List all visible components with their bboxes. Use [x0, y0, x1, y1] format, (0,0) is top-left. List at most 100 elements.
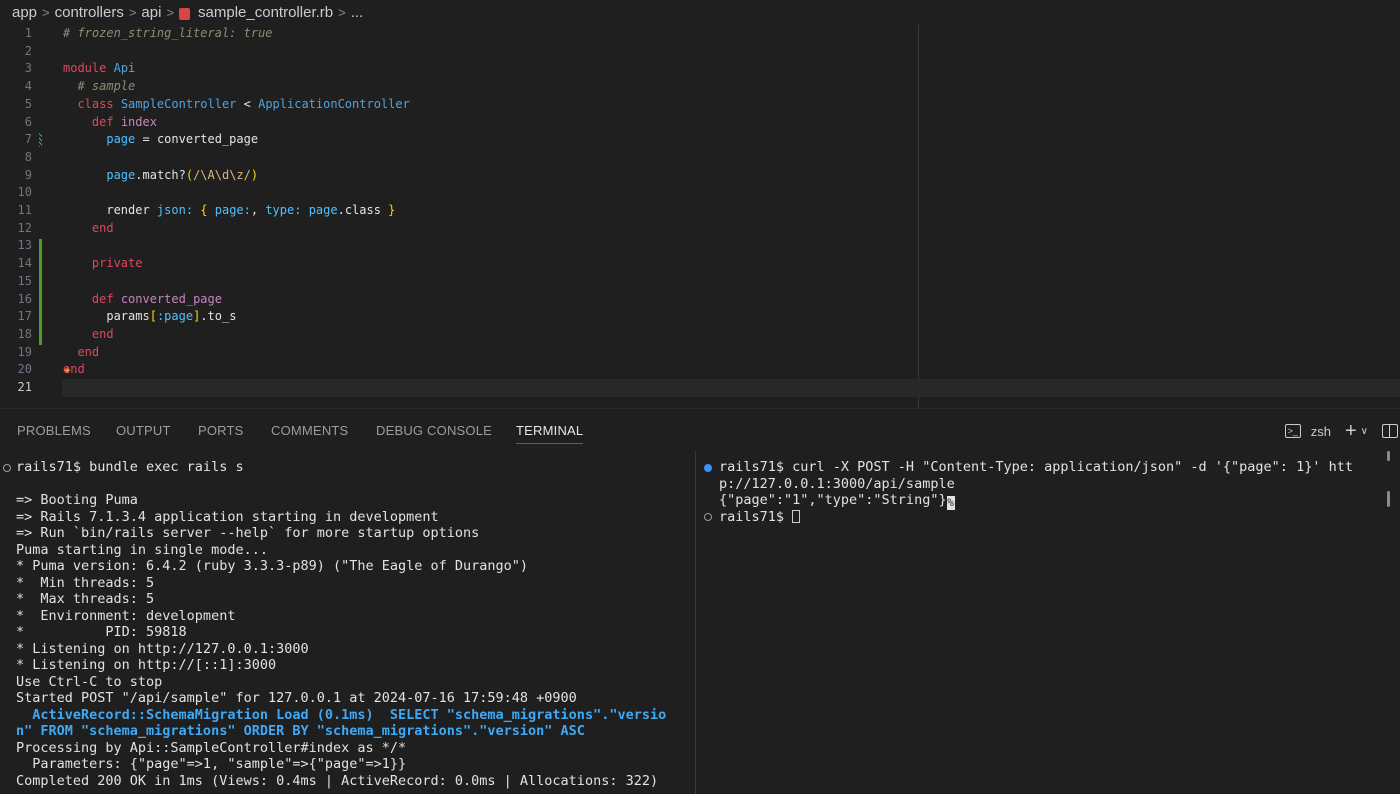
terminal-line: Completed 200 OK in 1ms (Views: 0.4ms | … — [16, 772, 659, 789]
code-text: end — [63, 220, 114, 238]
terminal-line: => Booting Puma — [16, 492, 138, 508]
terminal-cursor — [792, 509, 801, 523]
code-line[interactable]: 13 — [0, 237, 1400, 255]
chevron-down-icon[interactable]: ∨ — [1361, 426, 1368, 437]
code-line[interactable]: 6 def index — [0, 114, 1400, 132]
terminal-line: Puma starting in single mode... — [16, 541, 268, 558]
code-token: end — [77, 344, 100, 359]
bottom-panel: PROBLEMS OUTPUT PORTS COMMENTS DEBUG CON… — [0, 408, 1400, 794]
code-line[interactable]: 12 end — [0, 220, 1400, 238]
terminal-line: n" FROM "schema_migrations" ORDER BY "sc… — [16, 723, 585, 739]
line-number: 20 — [17, 362, 32, 377]
tab-terminal[interactable]: TERMINAL — [516, 423, 584, 444]
code-line[interactable]: 20 end — [0, 361, 1400, 379]
code-line[interactable]: 4 # sample — [0, 78, 1400, 96]
code-token: ( — [185, 167, 194, 182]
line-number: 6 — [24, 114, 32, 129]
panel-actions: >_ zsh + ∨ — [1284, 421, 1400, 441]
line-number: 13 — [17, 238, 32, 253]
terminal-line: rails71$ curl -X POST -H "Content-Type: … — [719, 459, 1353, 476]
code-token: class — [77, 96, 114, 111]
terminal-line-text: p://127.0.0.1:3000/api/sample — [719, 475, 955, 492]
terminal-line: rails71$ — [719, 509, 801, 526]
code-line[interactable]: 15 — [0, 273, 1400, 291]
code-token: { — [200, 203, 208, 217]
code-token: Api — [113, 61, 136, 76]
breadcrumb-item-file[interactable]: sample_controller.rb — [198, 4, 333, 21]
terminal-left[interactable]: rails71$ bundle exec rails s => Booting P… — [0, 451, 694, 794]
code-line[interactable]: 16 def converted_page — [0, 291, 1400, 309]
command-success-circle — [704, 464, 712, 472]
breadcrumb-item-app[interactable]: app — [12, 4, 37, 21]
code-token: page — [106, 167, 136, 182]
ruby-file-icon — [179, 7, 191, 20]
code-token: end — [91, 326, 114, 341]
terminal-line: p://127.0.0.1:3000/api/sample — [719, 476, 955, 493]
split-terminal-icon[interactable] — [1382, 424, 1398, 438]
code-line[interactable]: 11 render json: { page:, type: page.clas… — [0, 202, 1400, 220]
code-line[interactable]: 9 page.match?(/\A\d\z/) — [0, 167, 1400, 185]
code-line[interactable]: 19 end — [0, 344, 1400, 362]
code-token: def — [91, 114, 114, 129]
shell-name[interactable]: zsh — [1311, 424, 1331, 439]
code-token: :page — [156, 309, 194, 324]
tab-problems[interactable]: PROBLEMS — [17, 423, 91, 438]
code-token: json: — [156, 203, 194, 217]
terminal-line: Started POST "/api/sample" for 127.0.0.1… — [16, 690, 577, 706]
code-token: .to_s — [200, 309, 237, 324]
code-token: end — [63, 362, 85, 377]
scrollbar-thumb[interactable] — [1387, 451, 1390, 461]
code-token: # frozen_string_literal: true — [63, 26, 273, 40]
code-line[interactable]: 21 — [0, 379, 1400, 397]
code-token: converted_page — [120, 291, 222, 306]
code-line[interactable]: 2 — [0, 43, 1400, 61]
code-text: def index — [63, 114, 157, 132]
tab-comments[interactable]: COMMENTS — [271, 423, 348, 438]
code-line[interactable]: 5 class SampleController < ApplicationCo… — [0, 96, 1400, 114]
code-token: end — [91, 220, 114, 235]
tab-debug-console[interactable]: DEBUG CONSOLE — [376, 423, 492, 438]
code-token: params — [63, 309, 150, 324]
chevron-right-icon: > — [166, 5, 175, 20]
tab-ports[interactable]: PORTS — [198, 423, 244, 438]
chevron-right-icon: > — [338, 5, 346, 20]
code-line[interactable]: 7 page = converted_page — [0, 131, 1400, 149]
terminal-line-text: {"page":"1","type":"String"} — [719, 492, 947, 508]
terminal-line-text: rails71$ curl -X POST -H "Content-Type: … — [719, 459, 1353, 475]
code-line[interactable]: 1 # frozen_string_literal: true — [0, 25, 1400, 43]
code-line[interactable]: 3 module Api — [0, 60, 1400, 78]
code-line[interactable]: 8 — [0, 149, 1400, 167]
command-status-circle — [704, 513, 712, 521]
code-text: page = converted_page — [63, 131, 258, 149]
breadcrumb-item-symbols[interactable]: ... — [351, 4, 364, 21]
code-text: def converted_page — [63, 291, 222, 309]
code-line[interactable]: 18 end — [0, 326, 1400, 344]
scrollbar-thumb[interactable] — [1387, 491, 1390, 507]
terminal-line: rails71$ bundle exec rails s — [16, 459, 244, 475]
breadcrumb-item-api[interactable]: api — [141, 4, 161, 21]
code-token: , — [250, 203, 266, 217]
tab-output[interactable]: OUTPUT — [116, 423, 171, 438]
new-terminal-button[interactable]: + — [1345, 421, 1357, 441]
breadcrumb-item-controllers[interactable]: controllers — [55, 4, 124, 21]
code-line[interactable]: 17 params[:page].to_s — [0, 308, 1400, 326]
line-number: 19 — [17, 344, 32, 359]
terminal-line: * PID: 59818 — [16, 624, 187, 640]
code-token: = converted_page — [135, 132, 259, 147]
code-line[interactable]: 14 private — [0, 255, 1400, 273]
code-token: SampleController — [120, 96, 237, 111]
terminal-right[interactable]: rails71$ curl -X POST -H "Content-Type: … — [695, 451, 1400, 794]
code-editor[interactable]: ✦ 1 # frozen_string_literal: true 2 3 module… — [0, 25, 1400, 408]
code-text: class SampleController < ApplicationCont… — [63, 96, 409, 114]
code-token: render — [63, 203, 157, 217]
line-number: 17 — [17, 309, 32, 324]
line-number: 15 — [17, 273, 32, 288]
code-line[interactable]: 10 — [0, 184, 1400, 202]
